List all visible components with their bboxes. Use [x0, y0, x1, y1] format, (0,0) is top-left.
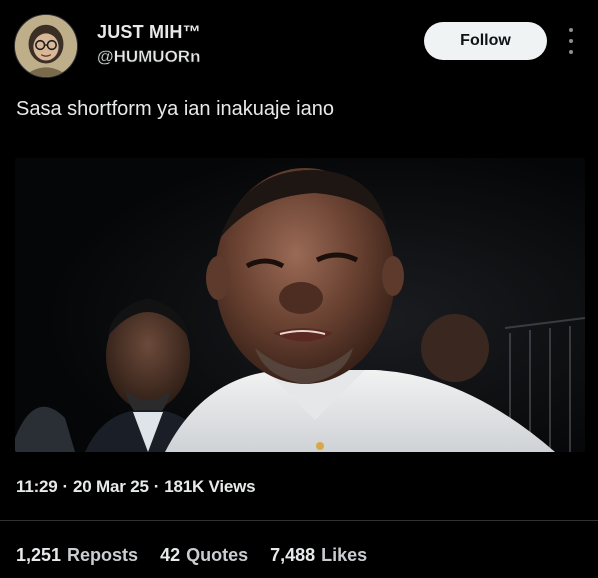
- quotes-count: 42: [160, 545, 181, 565]
- likes-stat[interactable]: 7,488 Likes: [270, 545, 367, 566]
- author-handle[interactable]: @HUMUORn: [97, 47, 201, 67]
- reposts-stat[interactable]: 1,251 Reposts: [16, 545, 138, 566]
- avatar-image: [15, 15, 77, 77]
- more-vertical-icon[interactable]: [566, 28, 576, 54]
- author-display-name[interactable]: JUST MIH™: [97, 22, 201, 43]
- tweet-time[interactable]: 11:29: [16, 477, 58, 497]
- tweet-text: Sasa shortform ya ian inakuaje iano: [16, 98, 334, 120]
- likes-label: Likes: [321, 545, 368, 565]
- views-count[interactable]: 181K Views: [164, 477, 255, 497]
- tweet-media-image[interactable]: [15, 158, 585, 452]
- quotes-stat[interactable]: 42 Quotes: [160, 545, 248, 566]
- reposts-label: Reposts: [67, 545, 139, 565]
- likes-count: 7,488: [270, 545, 316, 565]
- engagement-stats: 1,251 Reposts 42 Quotes 7,488 Likes: [16, 545, 389, 566]
- quotes-label: Quotes: [186, 545, 249, 565]
- tweet-date[interactable]: 20 Mar 25: [73, 477, 149, 497]
- tweet-meta-row: 11:29 · 20 Mar 25 · 181K Views: [16, 477, 256, 497]
- divider: [0, 520, 598, 521]
- avatar[interactable]: [14, 14, 78, 78]
- reposts-count: 1,251: [16, 545, 62, 565]
- meta-separator: ·: [153, 477, 160, 496]
- follow-button[interactable]: Follow: [424, 22, 547, 60]
- meta-separator: ·: [62, 477, 69, 496]
